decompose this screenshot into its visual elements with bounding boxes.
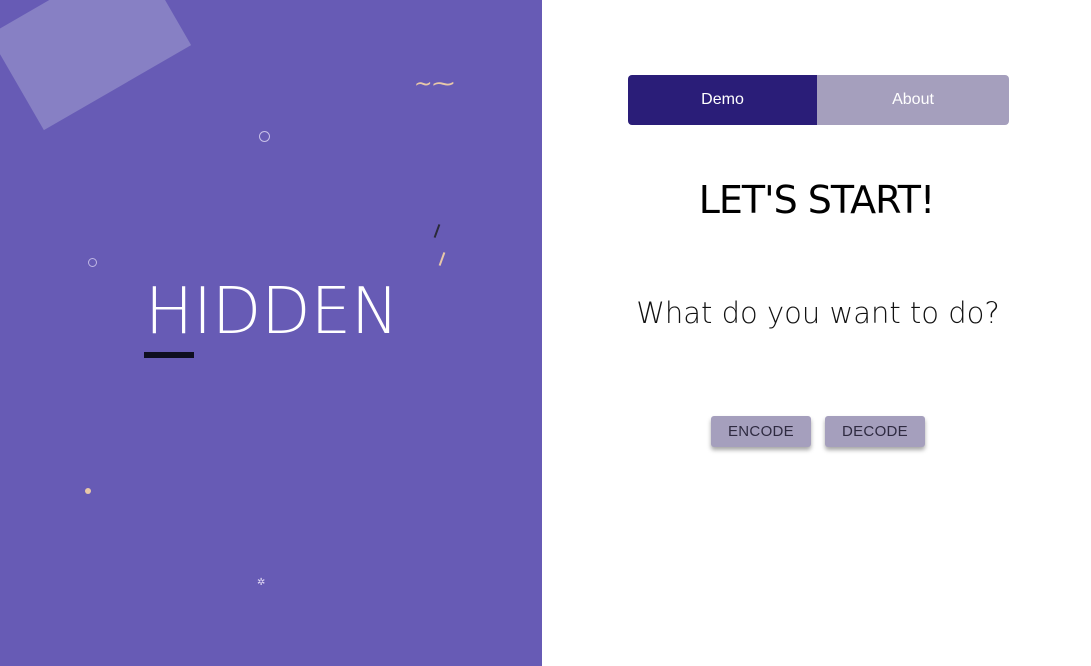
squiggle-decoration: ~⁓: [414, 72, 455, 97]
line-decoration: [438, 252, 446, 266]
app-root: ~⁓ ✲ HIDDEN Demo About LET'S START! What…: [0, 0, 1091, 666]
star-decoration: ✲: [257, 577, 266, 588]
page-title: LET'S START!: [698, 178, 936, 222]
tab-about[interactable]: About: [817, 75, 1009, 125]
encode-button[interactable]: ENCODE: [711, 416, 811, 447]
main-panel: Demo About LET'S START! What do you want…: [542, 0, 1091, 666]
tab-bar: Demo About: [628, 75, 1009, 125]
circle-decoration: [88, 258, 97, 267]
action-buttons: ENCODE DECODE: [711, 416, 925, 447]
brand-underline: [144, 352, 194, 358]
brand-panel: ~⁓ ✲ HIDDEN: [0, 0, 542, 666]
brand-logo-text: HIDDEN: [145, 275, 399, 349]
tab-demo[interactable]: Demo: [628, 75, 817, 125]
decode-button[interactable]: DECODE: [825, 416, 925, 447]
circle-decoration: [259, 131, 270, 142]
line-decoration: [433, 224, 441, 238]
prompt-question: What do you want to do?: [636, 296, 1000, 330]
dot-decoration: [85, 488, 91, 494]
decorative-shape: [0, 0, 192, 131]
